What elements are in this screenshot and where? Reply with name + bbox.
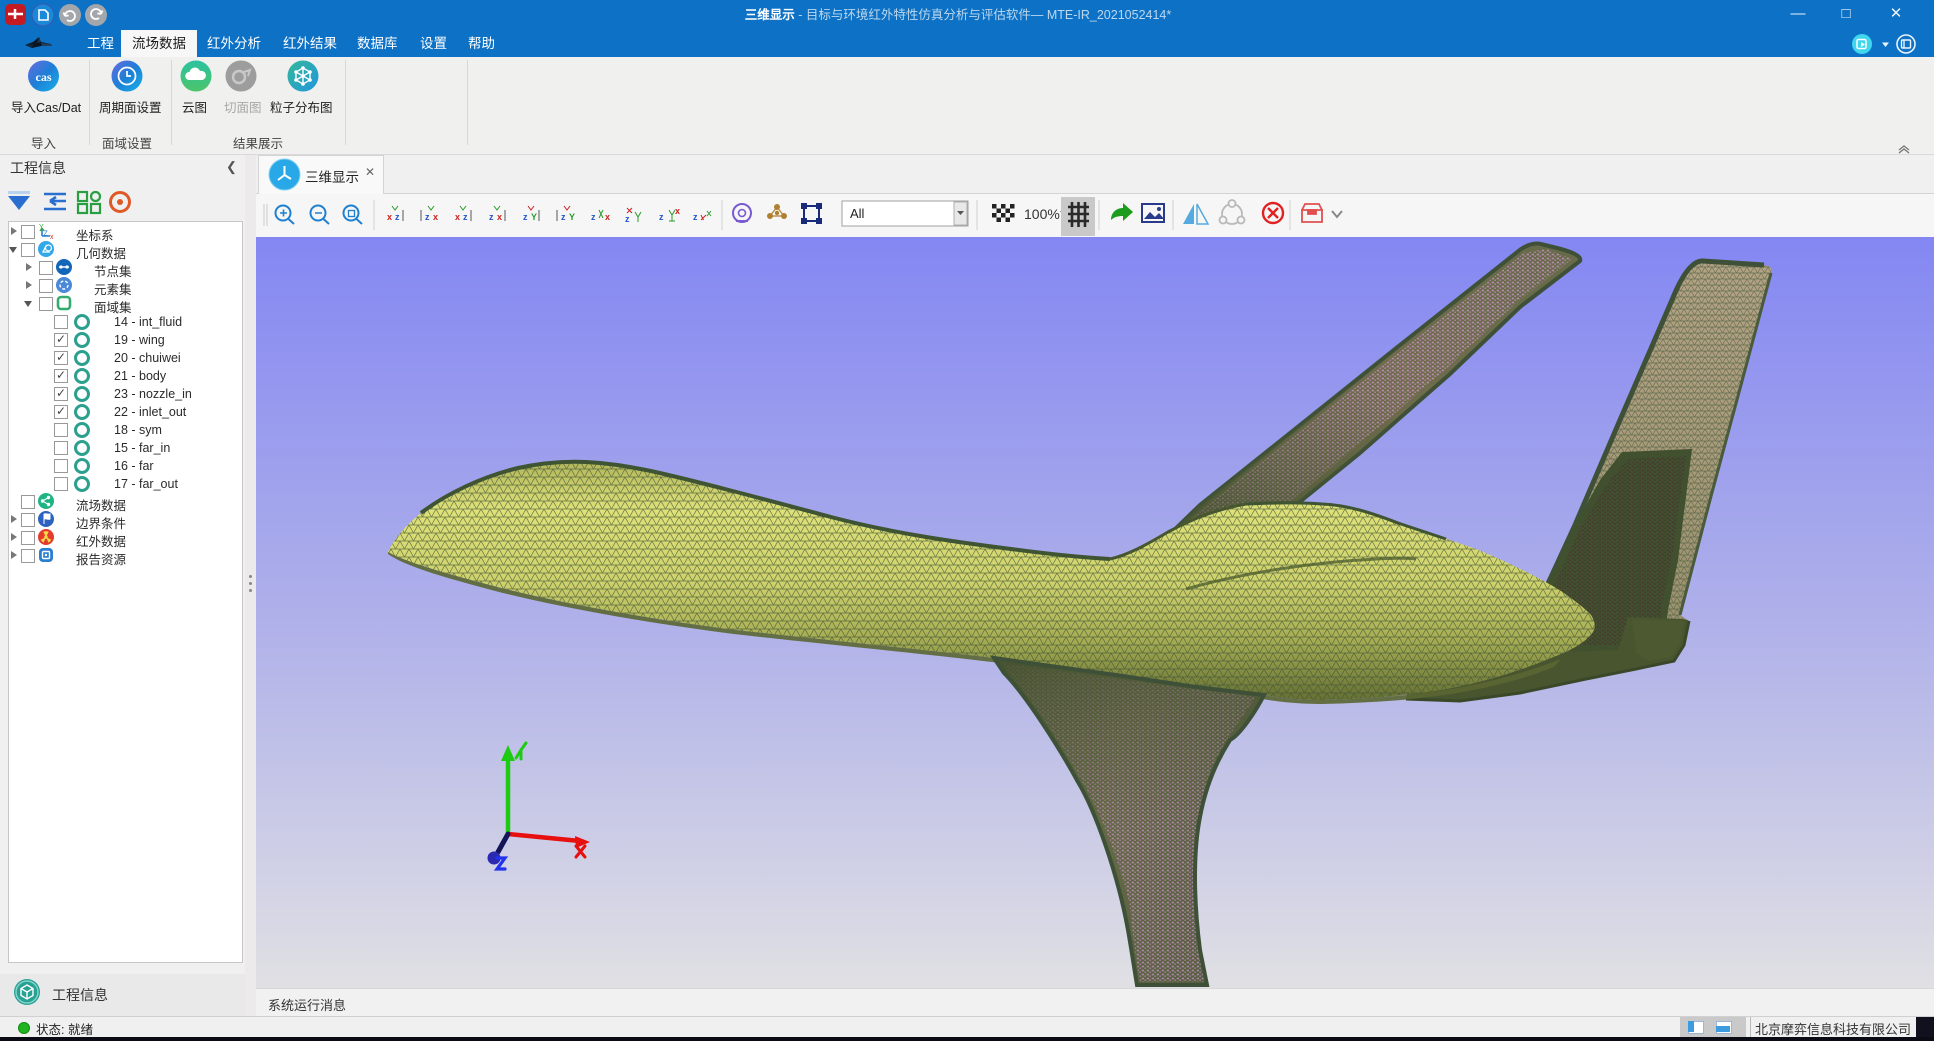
svg-text:100%: 100% [1024,206,1060,222]
svg-text:z: z [395,212,400,222]
svg-text:z: z [625,214,630,224]
svg-text:x: x [433,212,438,222]
svg-text:z: z [561,212,566,222]
svg-text:All: All [850,206,865,221]
svg-text:z: z [523,212,528,222]
svg-text:x: x [455,212,460,222]
svg-text:Z: Z [44,231,49,238]
svg-text:z: z [659,212,664,222]
svg-text:z: z [489,212,494,222]
svg-text:z: z [463,212,468,222]
svg-text:Y: Y [531,212,537,222]
svg-text:x: x [50,234,54,239]
svg-text:x: x [605,212,610,222]
svg-text:z: z [591,212,596,222]
svg-text:x: x [497,212,502,222]
svg-text:z: z [693,212,698,222]
svg-text:z: z [425,212,430,222]
svg-text:cas: cas [36,70,52,84]
svg-text:x: x [387,212,392,222]
svg-text:x: x [675,206,680,216]
svg-text:Y: Y [569,212,575,222]
